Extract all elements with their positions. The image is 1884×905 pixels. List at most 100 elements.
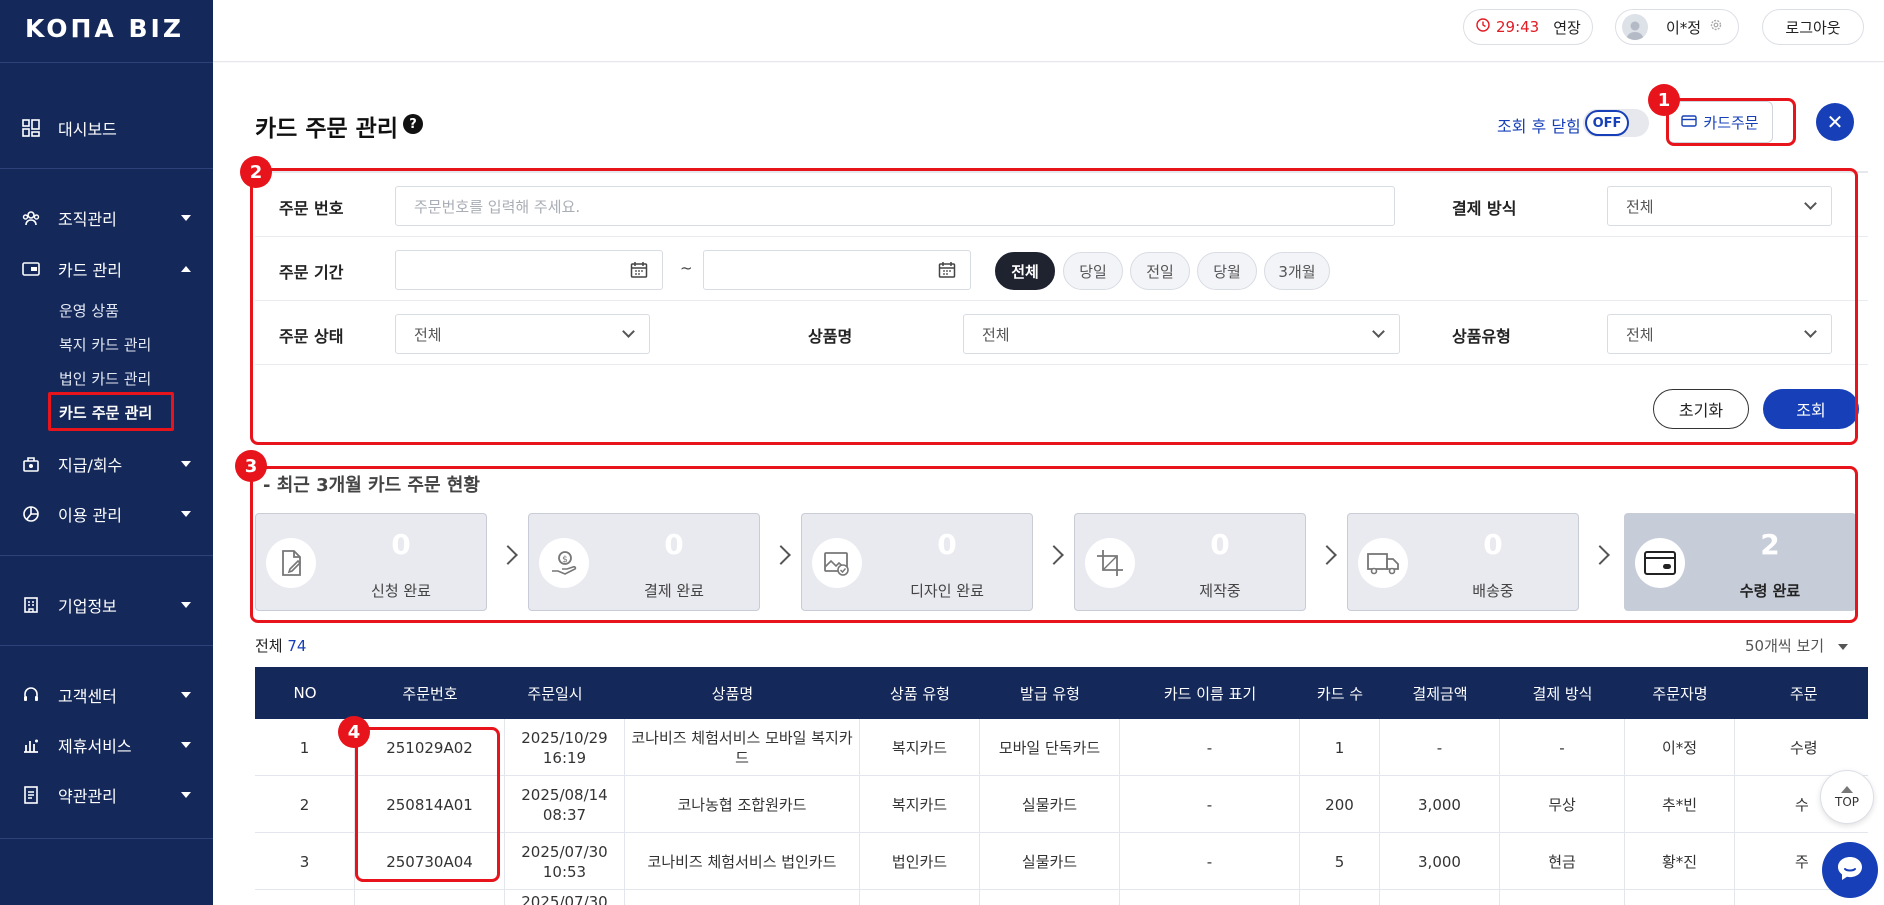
close-after-search-label: 조회 후 닫힘	[1497, 117, 1581, 136]
sidebar-item-organization[interactable]: 조직관리	[0, 203, 213, 233]
highlight-box-2	[250, 168, 1858, 445]
sidebar-divider	[0, 555, 213, 556]
sidebar-item-usage[interactable]: 이용 관리	[0, 499, 213, 529]
logout-button[interactable]: 로그아웃	[1762, 9, 1864, 45]
headset-icon	[21, 685, 41, 705]
cell-issue-type: 실물카드	[980, 833, 1120, 890]
cell-order-date: 2025/07/30	[505, 890, 625, 905]
column-header[interactable]: 카드 수	[1300, 667, 1380, 719]
column-header[interactable]: 주문	[1735, 667, 1868, 719]
chevron-down-icon	[181, 602, 191, 608]
sidebar-item-label: 카드 관리	[58, 261, 122, 280]
annotation-badge-1: 1	[1648, 84, 1680, 116]
user-name: 이*정	[1666, 18, 1702, 37]
column-header[interactable]: 주문자명	[1625, 667, 1735, 719]
user-menu[interactable]: 이*정	[1615, 9, 1739, 45]
cell-no: 2	[255, 776, 355, 833]
sidebar-item-partner[interactable]: 제휴서비스	[0, 730, 213, 760]
sidebar-item-payment[interactable]: 지급/회수	[0, 449, 213, 479]
logo[interactable]: KOΠA BIZ	[25, 14, 184, 43]
sidebar-item-label: 고객센터	[58, 687, 117, 706]
table-row[interactable]: 2025/07/30	[255, 890, 1868, 905]
card-icon	[21, 259, 41, 279]
per-page-select[interactable]: 50개씩 보기	[1745, 635, 1849, 656]
column-header[interactable]: 상품명	[625, 667, 840, 719]
per-page-value: 50개씩 보기	[1745, 637, 1825, 655]
cell-payment: 현금	[1500, 833, 1625, 890]
gear-icon[interactable]	[1709, 18, 1723, 36]
column-header[interactable]: 주문번호	[355, 667, 505, 719]
cell-orderer: 추*빈	[1625, 776, 1735, 833]
extend-button[interactable]: 연장	[1553, 17, 1581, 38]
cell-card-count: 1	[1300, 719, 1380, 776]
sidebar-sub-welfare-card[interactable]: 복지 카드 관리	[59, 334, 151, 355]
scroll-top-button[interactable]: TOP	[1820, 770, 1874, 824]
cell-status: 수령	[1790, 738, 1818, 757]
session-timer[interactable]: 29:43 연장	[1463, 9, 1593, 45]
cell-no: 3	[255, 833, 355, 890]
total-label: 전체	[255, 637, 283, 655]
cell-amount: 3,000	[1380, 776, 1500, 833]
avatar	[1622, 14, 1648, 40]
chat-button[interactable]	[1822, 842, 1878, 898]
column-header[interactable]: 결제 방식	[1500, 667, 1625, 719]
cell-order-date: 2025/08/14 08:37	[505, 776, 625, 833]
close-after-search-toggle[interactable]: OFF	[1583, 109, 1649, 137]
highlight-box-4	[355, 727, 500, 882]
usage-chart-icon	[21, 504, 41, 524]
sidebar-item-label: 제휴서비스	[58, 737, 132, 756]
column-header[interactable]: 카드 이름 표기	[1120, 667, 1300, 719]
cell-order-date: 2025/07/30 10:53	[505, 833, 625, 890]
cell-orderer: 황*진	[1625, 833, 1735, 890]
help-icon[interactable]: ?	[403, 114, 423, 134]
table-header: NO 주문번호 주문일시 상품명 상품 유형 발급 유형 카드 이름 표기 카드…	[255, 667, 1868, 719]
chevron-up-icon	[181, 266, 191, 272]
sidebar-divider	[0, 62, 213, 63]
building-icon	[21, 595, 41, 615]
cell-card-count	[1300, 890, 1380, 905]
annotation-badge-2: 2	[240, 156, 272, 188]
sidebar-item-support[interactable]: 고객센터	[0, 680, 213, 710]
cell-product: 코나농협 조합원카드	[625, 776, 860, 833]
column-header[interactable]: NO	[255, 667, 355, 719]
sidebar-sub-corporate-card[interactable]: 법인 카드 관리	[59, 368, 151, 389]
column-header[interactable]: 주문일시	[505, 667, 605, 719]
sidebar-divider	[0, 838, 213, 839]
column-header[interactable]: 상품 유형	[860, 667, 980, 719]
total-count: 전체 74	[255, 635, 306, 656]
organization-icon	[21, 208, 41, 228]
cell-card-name: -	[1120, 776, 1300, 833]
chevron-down-icon	[181, 792, 191, 798]
sidebar-divider	[0, 168, 213, 169]
sidebar-item-label: 기업정보	[58, 597, 117, 616]
highlight-box-sidebar	[48, 392, 174, 431]
cell-product-type	[860, 890, 980, 905]
cell-card-name	[1120, 890, 1300, 905]
sidebar-sub-operating-products[interactable]: 운영 상품	[59, 300, 119, 321]
column-header[interactable]: 결제금액	[1380, 667, 1500, 719]
cell-card-name: -	[1120, 719, 1300, 776]
highlight-box-3	[250, 466, 1858, 623]
close-button[interactable]: ✕	[1816, 103, 1854, 141]
cell-card-count: 200	[1300, 776, 1380, 833]
sidebar-item-company[interactable]: 기업정보	[0, 590, 213, 620]
annotation-badge-3: 3	[235, 450, 267, 482]
cell-card-name: -	[1120, 833, 1300, 890]
sidebar-item-dashboard[interactable]: 대시보드	[0, 113, 213, 143]
chevron-down-icon	[181, 461, 191, 467]
toggle-state: OFF	[1585, 110, 1629, 136]
cell-orderer	[1625, 890, 1735, 905]
cell-order-date: 2025/10/29 16:19	[505, 719, 625, 776]
sidebar-item-terms[interactable]: 약관관리	[0, 780, 213, 810]
column-header[interactable]: 발급 유형	[980, 667, 1120, 719]
cell-orderer: 이*정	[1625, 719, 1735, 776]
cell-payment	[1500, 890, 1625, 905]
sidebar-item-card[interactable]: 카드 관리	[0, 254, 213, 284]
cell-card-count: 5	[1300, 833, 1380, 890]
sidebar-item-label: 대시보드	[58, 120, 117, 139]
cell-product: 코나비즈 체험서비스 법인카드	[625, 833, 860, 890]
annotation-badge-4: 4	[338, 716, 370, 748]
page-title: 카드 주문 관리	[255, 116, 398, 142]
cell-amount	[1380, 890, 1500, 905]
sidebar-divider	[0, 645, 213, 646]
